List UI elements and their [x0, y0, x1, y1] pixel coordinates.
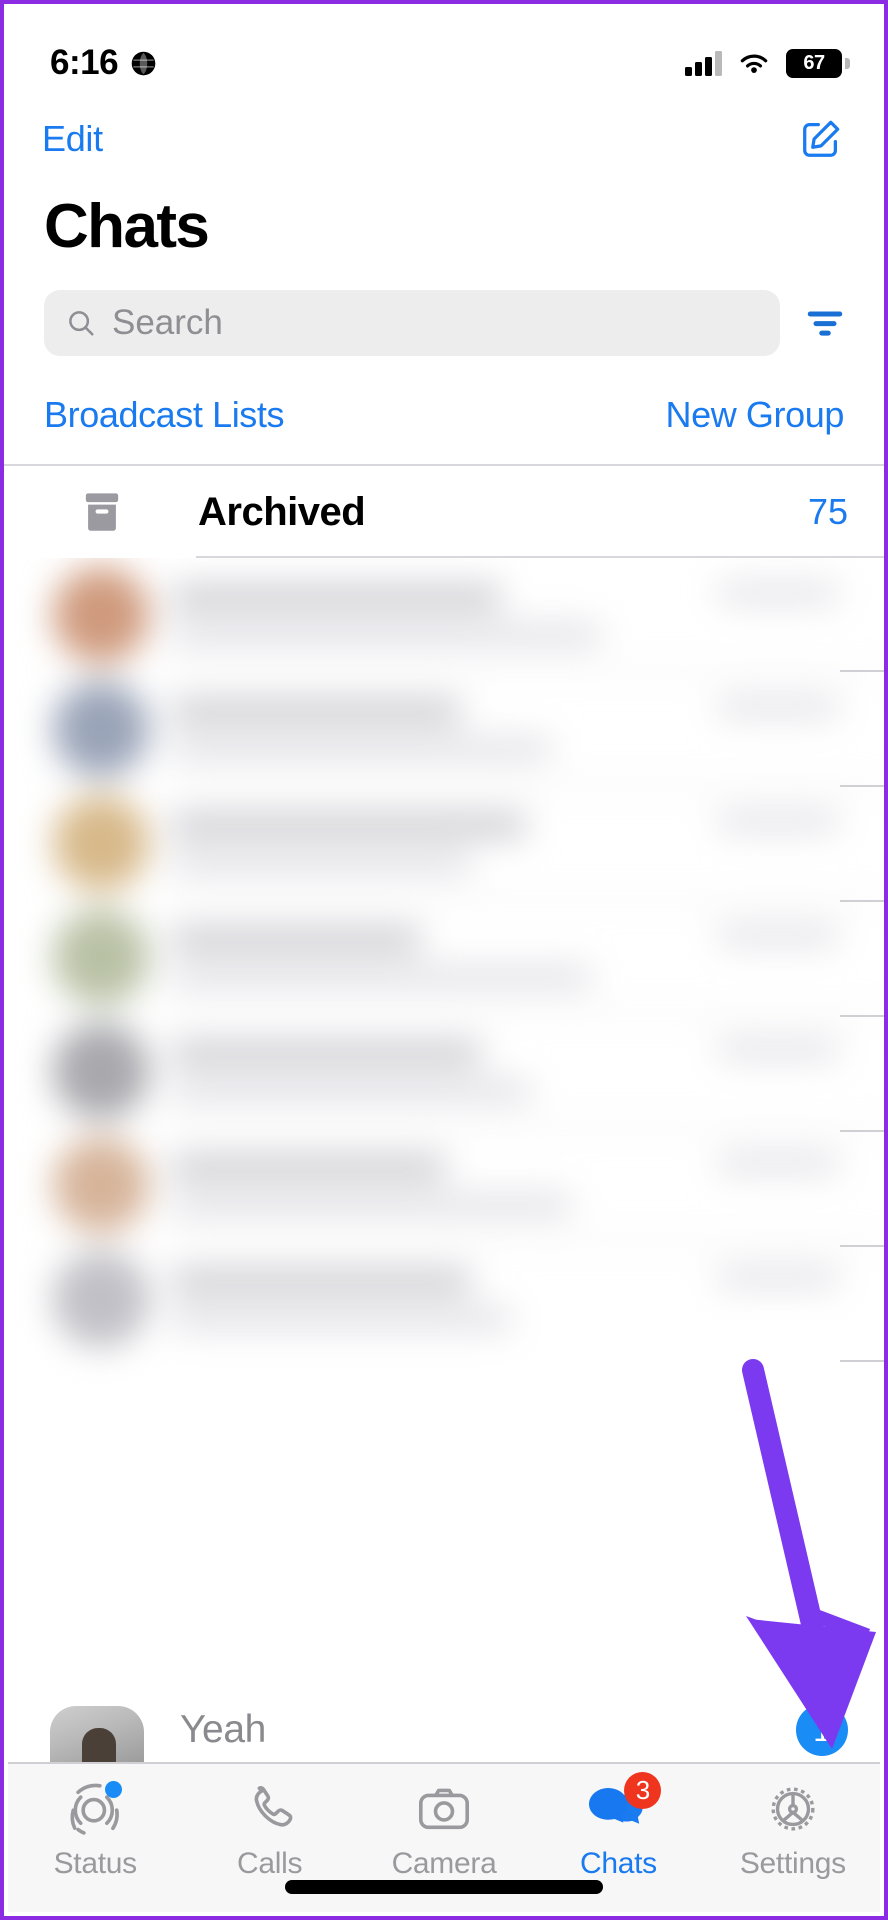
broadcast-lists-button[interactable]: Broadcast Lists [44, 394, 285, 436]
list-item[interactable] [49, 1242, 884, 1356]
battery-level: 67 [803, 51, 825, 74]
unread-count-badge: 1 [796, 1704, 848, 1756]
tab-settings[interactable]: Settings [706, 1780, 880, 1881]
tab-status[interactable]: Status [8, 1780, 182, 1881]
tab-calls[interactable]: Calls [182, 1780, 356, 1881]
camera-icon [415, 1780, 473, 1838]
chat-list-blurred-content [49, 558, 884, 1436]
status-rings-icon [66, 1780, 124, 1838]
list-item-time [718, 1268, 838, 1286]
phone-screen: 6:16 67 Edit Chats Search Broadcast List… [0, 0, 888, 1920]
avatar [53, 1251, 149, 1347]
list-item-time [718, 926, 838, 944]
cellular-signal-icon [685, 50, 722, 76]
chat-bubbles-icon: 3 [589, 1772, 662, 1838]
row-divider-edge [840, 900, 884, 902]
row-divider-edge [840, 1245, 884, 1247]
avatar [53, 909, 149, 1005]
wifi-icon [740, 54, 768, 73]
archived-label: Archived [198, 489, 366, 534]
status-bar-time: 6:16 [50, 43, 119, 82]
list-item-time [718, 1040, 838, 1058]
search-input[interactable] [112, 303, 758, 343]
tab-label-camera: Camera [391, 1847, 497, 1880]
chats-unread-badge: 3 [624, 1772, 662, 1809]
avatar [53, 795, 149, 891]
list-item[interactable] [49, 1128, 884, 1242]
status-bar: 6:16 67 [4, 4, 884, 100]
filter-icon[interactable] [802, 300, 848, 346]
tab-label-status: Status [53, 1847, 138, 1880]
phone-icon [241, 1780, 299, 1838]
avatar [53, 1137, 149, 1233]
tab-camera[interactable]: Camera [357, 1780, 531, 1881]
compose-new-chat-icon[interactable] [798, 116, 844, 162]
list-item-time [718, 812, 838, 830]
row-divider-edge [840, 1130, 884, 1132]
avatar [53, 567, 149, 663]
tab-bar: Status Calls Camera 3 Chats Settings [8, 1762, 880, 1912]
status-bar-right: 67 [685, 48, 850, 78]
status-bar-left: 6:16 [50, 43, 157, 83]
home-indicator [285, 1880, 603, 1894]
list-item[interactable] [49, 1014, 884, 1128]
search-field[interactable] [44, 290, 780, 356]
list-item-time [718, 584, 838, 602]
row-divider-edge [840, 785, 884, 787]
edit-button[interactable]: Edit [42, 118, 103, 160]
quick-links-row: Broadcast Lists New Group [4, 356, 884, 464]
partial-chat-row[interactable]: Yeah [8, 1706, 880, 1764]
chat-list[interactable] [4, 558, 884, 1436]
tab-chats[interactable]: 3 Chats [531, 1772, 705, 1881]
tab-label-calls: Calls [237, 1847, 303, 1880]
globe-icon [131, 51, 156, 75]
list-item[interactable] [49, 672, 884, 786]
tab-label-chats: Chats [579, 1847, 657, 1880]
list-item-time [718, 698, 838, 716]
list-item[interactable] [49, 558, 884, 672]
list-item[interactable] [49, 786, 884, 900]
gear-icon [764, 1780, 822, 1838]
search-icon [69, 311, 94, 336]
partial-chat-message: Yeah [180, 1708, 266, 1751]
tab-label-settings: Settings [739, 1847, 846, 1880]
row-divider-edge [840, 670, 884, 672]
battery-icon: 67 [786, 48, 850, 78]
avatar [53, 681, 149, 777]
list-item[interactable] [49, 900, 884, 1014]
row-divider-edge [840, 1360, 884, 1362]
list-item-time [718, 1154, 838, 1172]
archived-row[interactable]: Archived 75 [4, 466, 884, 558]
nav-bar: Edit [4, 100, 884, 178]
archive-box-icon [85, 493, 119, 531]
archived-count: 75 [807, 491, 848, 532]
row-divider-edge [840, 1015, 884, 1017]
contact-avatar [50, 1706, 144, 1764]
avatar [53, 1023, 149, 1119]
page-title: Chats [44, 192, 210, 261]
search-row [4, 258, 884, 356]
new-group-button[interactable]: New Group [666, 394, 845, 436]
